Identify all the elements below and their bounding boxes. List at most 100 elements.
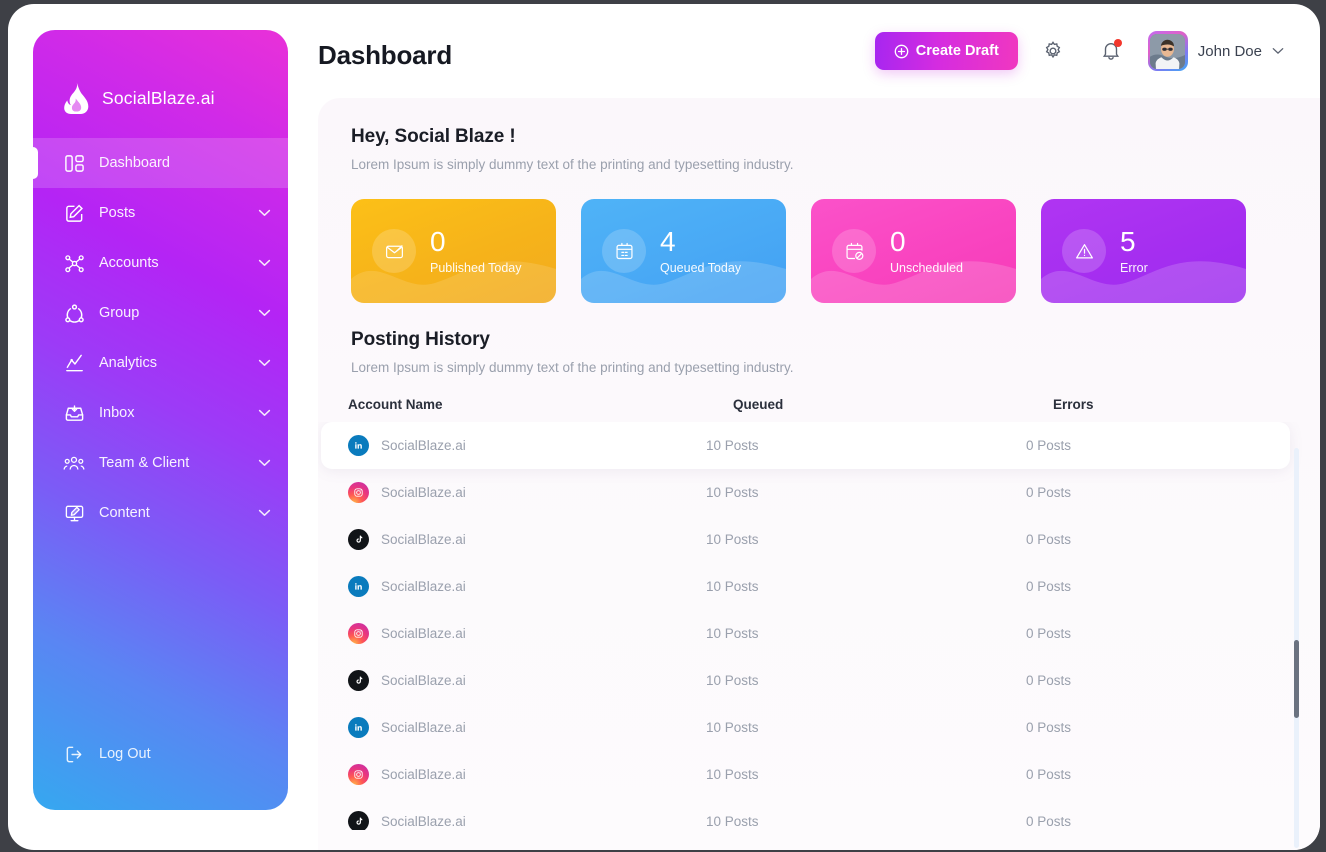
sidebar-item-group[interactable]: Group <box>33 288 288 338</box>
brand-logo[interactable]: SocialBlaze.ai <box>33 30 288 136</box>
column-header-queued: Queued <box>733 397 784 412</box>
posting-history-table[interactable]: SocialBlaze.ai 10 Posts 0 Posts SocialBlaze… <box>318 422 1320 830</box>
instagram-icon <box>348 764 369 785</box>
cell-errors: 0 Posts <box>1026 673 1072 688</box>
sidebar-item-dashboard[interactable]: Dashboard <box>33 138 288 188</box>
stat-card-unscheduled[interactable]: 0 Unscheduled <box>811 199 1016 303</box>
logout-button[interactable]: Log Out <box>33 734 151 774</box>
chevron-down-icon[interactable] <box>1272 47 1284 55</box>
cell-queued: 10 Posts <box>706 626 759 641</box>
stat-value: 5 <box>1120 225 1136 257</box>
sidebar-item-inbox[interactable]: Inbox <box>33 388 288 438</box>
table-header-row: Account Name Queued Errors <box>318 397 1320 412</box>
table-row[interactable]: SocialBlaze.ai 10 Posts 0 Posts <box>321 422 1290 469</box>
cell-errors: 0 Posts <box>1026 626 1072 641</box>
chevron-down-icon[interactable] <box>254 509 274 517</box>
cell-account-name: SocialBlaze.ai <box>348 482 706 503</box>
cell-queued: 10 Posts <box>706 767 759 782</box>
instagram-icon <box>348 482 369 503</box>
plus-circle-icon <box>894 44 909 59</box>
sidebar-item-label: Analytics <box>99 354 158 371</box>
table-row[interactable]: SocialBlaze.ai 10 Posts 0 Posts <box>321 657 1290 704</box>
account-name-label: SocialBlaze.ai <box>381 579 466 594</box>
stat-label: Queued Today <box>660 260 742 275</box>
table-row[interactable]: SocialBlaze.ai 10 Posts 0 Posts <box>321 751 1290 798</box>
table-row[interactable]: SocialBlaze.ai 10 Posts 0 Posts <box>321 516 1290 563</box>
calendar-block-icon <box>832 229 876 273</box>
user-menu[interactable]: John Doe <box>1147 31 1284 71</box>
chevron-down-icon[interactable] <box>254 459 274 467</box>
tiktok-icon <box>348 811 369 830</box>
create-draft-button[interactable]: Create Draft <box>874 32 1018 70</box>
sidebar-item-label: Accounts <box>99 254 159 271</box>
cell-errors: 0 Posts <box>1026 438 1072 453</box>
table-row[interactable]: SocialBlaze.ai 10 Posts 0 Posts <box>321 469 1290 516</box>
calendar-grid-icon <box>602 229 646 273</box>
linkedin-icon <box>348 576 369 597</box>
stat-value: 4 <box>660 225 676 257</box>
sidebar-nav: Dashboard Posts Accounts Group Analytics… <box>33 138 288 538</box>
grid-layout-icon <box>61 150 87 176</box>
table-row[interactable]: SocialBlaze.ai 10 Posts 0 Posts <box>321 563 1290 610</box>
cell-queued: 10 Posts <box>706 673 759 688</box>
cell-account-name: SocialBlaze.ai <box>348 529 706 550</box>
scrollbar-track[interactable] <box>1294 448 1299 848</box>
table-row[interactable]: SocialBlaze.ai 10 Posts 0 Posts <box>321 704 1290 751</box>
edit-square-icon <box>61 200 87 226</box>
linkedin-icon <box>348 435 369 456</box>
sidebar-item-accounts[interactable]: Accounts <box>33 238 288 288</box>
account-name-label: SocialBlaze.ai <box>381 767 466 782</box>
chevron-down-icon[interactable] <box>254 309 274 317</box>
create-draft-label: Create Draft <box>915 43 999 59</box>
mail-sent-icon <box>372 229 416 273</box>
chevron-down-icon[interactable] <box>254 259 274 267</box>
cell-queued: 10 Posts <box>706 438 759 453</box>
account-name-label: SocialBlaze.ai <box>381 814 466 829</box>
cell-account-name: SocialBlaze.ai <box>348 670 706 691</box>
chevron-down-icon[interactable] <box>254 409 274 417</box>
cell-queued: 10 Posts <box>706 532 759 547</box>
account-name-label: SocialBlaze.ai <box>381 673 466 688</box>
network-nodes-icon <box>61 250 87 276</box>
cell-errors: 0 Posts <box>1026 720 1072 735</box>
posting-history-section: Posting History Lorem Ipsum is simply du… <box>318 303 1320 375</box>
account-name-label: SocialBlaze.ai <box>381 438 466 453</box>
cell-account-name: SocialBlaze.ai <box>348 811 706 830</box>
brand-name: SocialBlaze.ai <box>102 87 215 108</box>
cell-queued: 10 Posts <box>706 720 759 735</box>
notifications-button[interactable] <box>1088 30 1134 72</box>
scrollbar-thumb[interactable] <box>1294 640 1299 718</box>
account-name-label: SocialBlaze.ai <box>381 626 466 641</box>
sidebar-item-team-client[interactable]: Team & Client <box>33 438 288 488</box>
chevron-down-icon[interactable] <box>254 359 274 367</box>
cell-account-name: SocialBlaze.ai <box>348 717 706 738</box>
flame-icon <box>61 82 91 114</box>
sidebar-item-posts[interactable]: Posts <box>33 188 288 238</box>
logout-icon <box>61 741 87 767</box>
stat-card-published-today[interactable]: 0 Published Today <box>351 199 556 303</box>
cell-errors: 0 Posts <box>1026 579 1072 594</box>
table-row[interactable]: SocialBlaze.ai 10 Posts 0 Posts <box>321 610 1290 657</box>
gear-icon <box>1042 40 1064 62</box>
group-circle-icon <box>61 300 87 326</box>
table-row[interactable]: SocialBlaze.ai 10 Posts 0 Posts <box>321 798 1290 830</box>
monitor-edit-icon <box>61 500 87 526</box>
column-header-account-name: Account Name <box>348 397 443 412</box>
sidebar-item-label: Content <box>99 504 150 521</box>
greeting-section: Hey, Social Blaze ! Lorem Ipsum is simpl… <box>318 98 1320 172</box>
stat-card-queued-today[interactable]: 4 Queued Today <box>581 199 786 303</box>
chevron-down-icon[interactable] <box>254 209 274 217</box>
account-name-label: SocialBlaze.ai <box>381 485 466 500</box>
stat-card-error[interactable]: 5 Error <box>1041 199 1246 303</box>
cell-queued: 10 Posts <box>706 485 759 500</box>
cell-account-name: SocialBlaze.ai <box>348 576 706 597</box>
cell-errors: 0 Posts <box>1026 485 1072 500</box>
sidebar-item-analytics[interactable]: Analytics <box>33 338 288 388</box>
sidebar-item-content[interactable]: Content <box>33 488 288 538</box>
settings-button[interactable] <box>1030 30 1076 72</box>
stat-label: Error <box>1120 260 1148 275</box>
user-name: John Doe <box>1197 42 1262 60</box>
cell-account-name: SocialBlaze.ai <box>348 623 706 644</box>
stat-label: Unscheduled <box>890 260 963 275</box>
stat-label: Published Today <box>430 260 522 275</box>
